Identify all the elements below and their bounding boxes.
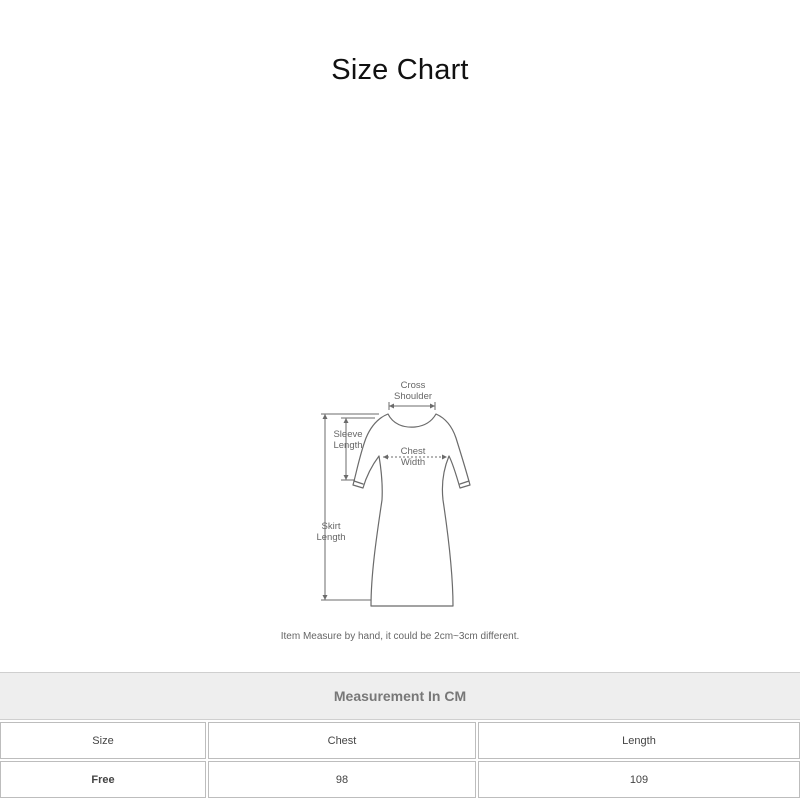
measurement-note: Item Measure by hand, it could be 2cm~3c… — [280, 631, 520, 642]
dress-outline-illustration — [321, 402, 471, 607]
column-header-size: Size — [0, 722, 206, 759]
cell-length: 109 — [478, 761, 800, 798]
column-header-chest: Chest — [208, 722, 476, 759]
label-sleeve-length: Sleeve Length — [333, 429, 363, 451]
label-chest-width: Chest Width — [400, 446, 426, 468]
cell-chest: 98 — [208, 761, 476, 798]
dress-measurement-diagram: Cross Shoulder Sleeve Length Chest Width… — [255, 370, 555, 660]
table-header-row: Size Chest Length — [0, 722, 800, 759]
size-table: Measurement In CM Size Chest Length Free… — [0, 672, 800, 800]
label-skirt-length: Skirt Length — [316, 521, 346, 543]
column-header-length: Length — [478, 722, 800, 759]
cell-size: Free — [0, 761, 206, 798]
table-title: Measurement In CM — [0, 672, 800, 720]
label-cross-shoulder: Cross Shoulder — [393, 380, 433, 402]
page-title: Size Chart — [331, 54, 469, 86]
table-row: Free 98 109 — [0, 761, 800, 798]
